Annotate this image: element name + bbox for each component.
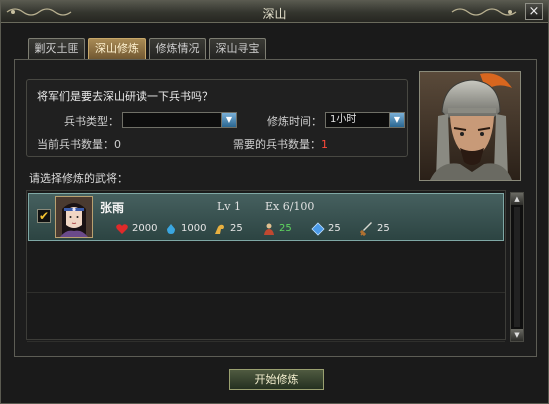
- book-type-label: 兵书类型：: [64, 115, 119, 128]
- stat-mp-value: 1000: [181, 223, 207, 234]
- warrior-portrait-image: [420, 72, 520, 180]
- select-general-label: 请选择修炼的武将：: [29, 172, 128, 185]
- chevron-down-icon[interactable]: ▼: [389, 113, 404, 127]
- general-exp: Ex 6/100: [265, 200, 315, 213]
- scroll-down-icon[interactable]: ▼: [511, 329, 523, 341]
- stat-command-value: 25: [279, 223, 292, 234]
- tab-training-status[interactable]: 修炼情况: [149, 38, 206, 60]
- current-books-value: 0: [114, 138, 121, 151]
- list-item[interactable]: [27, 243, 505, 293]
- training-info-box: 将军们是要去深山研读一下兵书吗？ 兵书类型： ▼ 修炼时间： 1小时 ▼ 当前兵…: [26, 79, 408, 157]
- list-item[interactable]: ✔ 张雨 Lv 1 Ex 6/100 2000 1000 25 25 25 25: [28, 193, 504, 241]
- list-scrollbar[interactable]: ▲ ▼: [510, 192, 524, 342]
- needed-books-caption: 需要的兵书数量：: [233, 138, 321, 151]
- title-ornament-right: [451, 8, 517, 16]
- current-books-label: 当前兵书数量：0: [37, 136, 121, 152]
- heart-icon: [116, 224, 128, 234]
- current-books-caption: 当前兵书数量：: [37, 138, 114, 151]
- general-portrait: [419, 71, 521, 181]
- select-checkbox[interactable]: ✔: [37, 209, 51, 223]
- needed-books-value: 1: [321, 138, 328, 151]
- start-training-button[interactable]: 开始修炼: [229, 369, 324, 390]
- close-button[interactable]: ×: [525, 3, 543, 20]
- stat-speed-value: 25: [377, 223, 390, 234]
- mana-drop-icon: [167, 224, 175, 234]
- avatar: [55, 196, 93, 238]
- stat-hp-value: 2000: [132, 223, 158, 234]
- scroll-up-icon[interactable]: ▲: [511, 193, 523, 205]
- tab-treasure-hunt[interactable]: 深山寻宝: [209, 38, 266, 60]
- sword-icon: [360, 222, 372, 236]
- stat-strength-value: 25: [230, 223, 243, 234]
- book-type-select[interactable]: ▼: [122, 112, 237, 128]
- tab-mountain-training[interactable]: 深山修炼: [88, 38, 146, 60]
- needed-books-label: 需要的兵书数量：1: [233, 136, 328, 152]
- training-question: 将军们是要去深山研读一下兵书吗？: [37, 90, 213, 103]
- deep-mountain-window: 深山 × 剿灭土匪 深山修炼 修炼情况 深山寻宝 将军们是要去深山研读一下兵书吗…: [0, 0, 549, 404]
- strength-arm-icon: [215, 224, 224, 234]
- tab-content-panel: 将军们是要去深山研读一下兵书吗？ 兵书类型： ▼ 修炼时间： 1小时 ▼ 当前兵…: [14, 59, 537, 357]
- crystal-icon: [311, 222, 325, 236]
- training-time-value: 1小时: [330, 114, 357, 125]
- scrollbar-track[interactable]: [514, 207, 520, 327]
- general-name: 张雨: [100, 201, 125, 215]
- general-list: ✔ 张雨 Lv 1 Ex 6/100 2000 1000 25 25 25 25: [26, 190, 506, 342]
- training-time-label: 修炼时间：: [267, 115, 322, 128]
- general-avatar-image: [56, 197, 92, 237]
- list-item[interactable]: [27, 292, 505, 342]
- general-figure-icon: [264, 223, 274, 235]
- stat-intelligence-value: 25: [328, 223, 341, 234]
- general-level: Lv 1: [217, 200, 242, 213]
- chevron-down-icon[interactable]: ▼: [221, 113, 236, 127]
- tab-bandits[interactable]: 剿灭土匪: [28, 38, 85, 60]
- training-time-select[interactable]: 1小时 ▼: [325, 112, 405, 128]
- title-bar[interactable]: 深山 ×: [1, 1, 548, 23]
